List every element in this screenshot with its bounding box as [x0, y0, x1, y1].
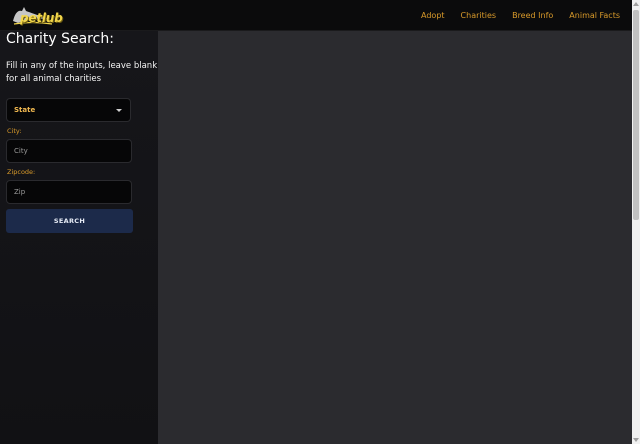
scroll-down-icon[interactable]	[633, 438, 639, 442]
search-description: Fill in any of the inputs, leave blank f…	[6, 61, 158, 84]
nav-link-charities[interactable]: Charities	[461, 11, 497, 20]
results-area	[158, 31, 632, 444]
zipcode-label: Zipcode:	[7, 168, 36, 176]
scrollbar-thumb[interactable]	[633, 10, 639, 220]
logo-text: petlub	[20, 11, 63, 25]
city-input[interactable]	[6, 139, 132, 163]
nav-links: Adopt Charities Breed Info Animal Facts	[421, 0, 632, 30]
page-title: Charity Search:	[6, 31, 114, 47]
charity-search-sidebar	[0, 31, 158, 444]
nav-link-animal-facts[interactable]: Animal Facts	[569, 11, 620, 20]
state-select-value: State	[14, 106, 36, 114]
city-label: City:	[7, 127, 22, 135]
state-select[interactable]: State	[6, 98, 131, 122]
vertical-scrollbar[interactable]	[632, 0, 640, 444]
chevron-down-icon	[116, 109, 122, 112]
navbar: petlub Adopt Charities Breed Info Animal…	[0, 0, 632, 31]
petlub-logo[interactable]: petlub	[8, 3, 63, 27]
nav-link-adopt[interactable]: Adopt	[421, 11, 445, 20]
zipcode-input[interactable]	[6, 180, 132, 204]
search-button[interactable]: SEARCH	[6, 209, 133, 233]
scroll-up-icon[interactable]	[633, 2, 639, 6]
nav-link-breed-info[interactable]: Breed Info	[512, 11, 553, 20]
